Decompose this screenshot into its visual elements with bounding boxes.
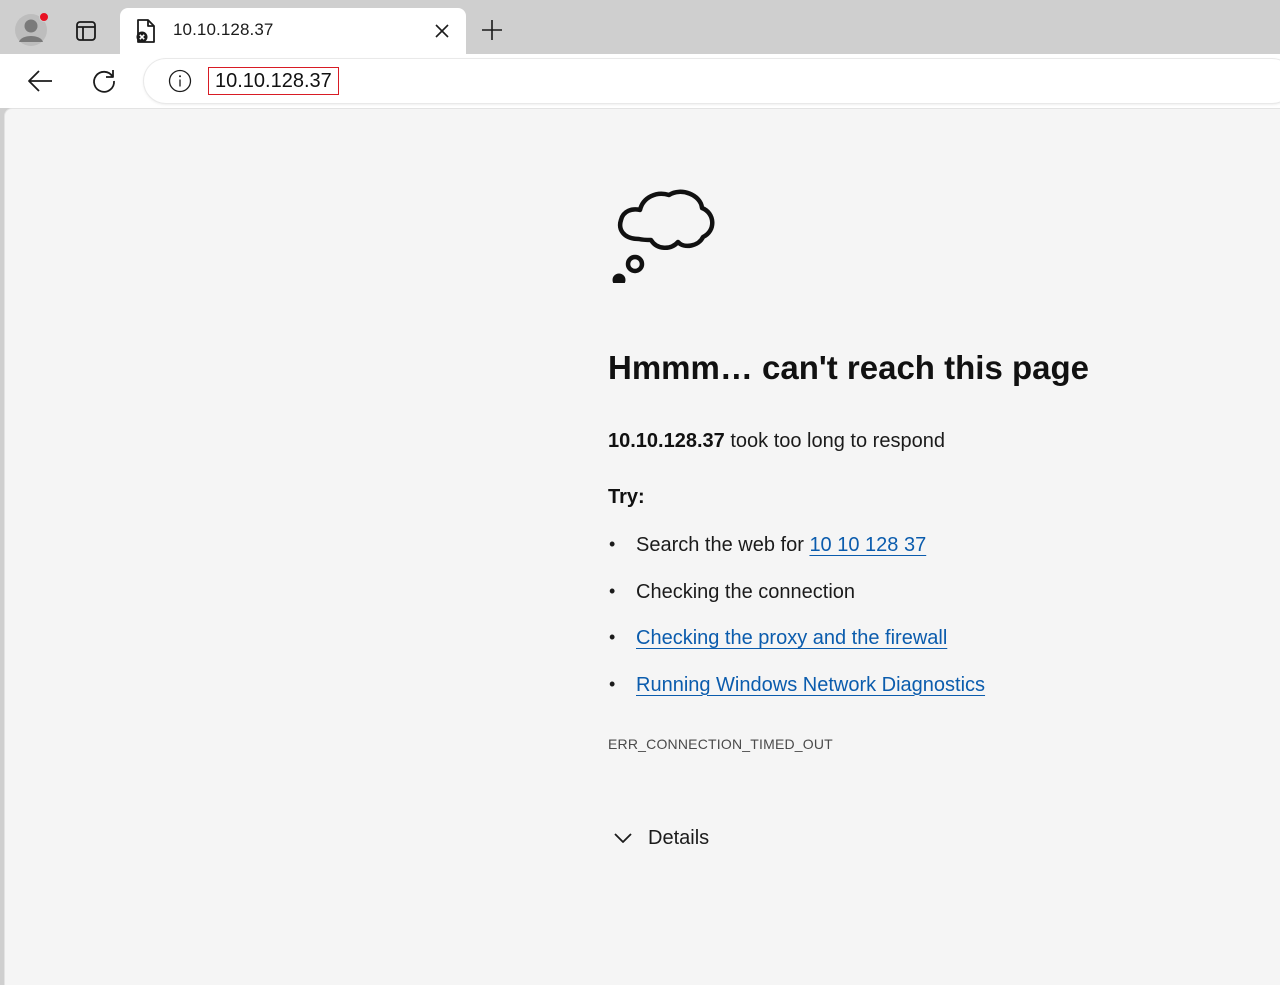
address-bar[interactable]: 10.10.128.37 bbox=[144, 59, 1280, 103]
suggestion-diagnostics: • Running Windows Network Diagnostics bbox=[608, 674, 985, 721]
network-diagnostics-link[interactable]: Running Windows Network Diagnostics bbox=[636, 674, 985, 696]
toolbar: 10.10.128.37 bbox=[0, 54, 1280, 108]
info-icon[interactable] bbox=[168, 69, 192, 93]
chevron-down-icon bbox=[614, 833, 632, 843]
bullet: • bbox=[609, 627, 616, 647]
error-heading: Hmmm… can't reach this page bbox=[608, 349, 1089, 386]
bullet: • bbox=[609, 580, 616, 601]
profile-avatar-button[interactable] bbox=[14, 12, 49, 47]
suggestion-search: • Search the web for 10 10 128 37 bbox=[608, 534, 985, 581]
tab-strip: 10.10.128.37 bbox=[0, 0, 1280, 54]
tab-actions-button[interactable] bbox=[72, 17, 100, 45]
search-prefix-text: Search the web for bbox=[636, 534, 810, 556]
error-host: 10.10.128.37 bbox=[608, 430, 725, 452]
notification-dot bbox=[39, 12, 49, 22]
error-message-text: took too long to respond bbox=[724, 430, 945, 452]
details-label: Details bbox=[648, 826, 710, 849]
new-tab-button[interactable] bbox=[478, 16, 506, 44]
tab-title: 10.10.128.37 bbox=[173, 20, 274, 39]
suggestion-proxy: • Checking the proxy and the firewall bbox=[608, 627, 985, 674]
suggestion-list: • Search the web for 10 10 128 37 • Chec… bbox=[608, 534, 985, 720]
address-text[interactable]: 10.10.128.37 bbox=[208, 67, 339, 95]
error-code: ERR_CONNECTION_TIMED_OUT bbox=[608, 736, 833, 752]
bullet: • bbox=[609, 673, 616, 694]
document-error-icon bbox=[136, 19, 155, 43]
back-arrow-icon bbox=[28, 70, 52, 92]
bullet: • bbox=[609, 534, 616, 554]
try-label: Try: bbox=[608, 486, 645, 508]
refresh-button[interactable] bbox=[88, 66, 120, 96]
plus-icon bbox=[482, 20, 502, 40]
error-message: 10.10.128.37 took too long to respond bbox=[608, 430, 945, 453]
tab-actions-icon bbox=[76, 21, 96, 41]
tab-close-button[interactable] bbox=[432, 21, 452, 41]
close-icon bbox=[435, 24, 449, 38]
proxy-firewall-link[interactable]: Checking the proxy and the firewall bbox=[636, 627, 947, 649]
details-button[interactable]: Details bbox=[612, 824, 709, 852]
refresh-icon bbox=[93, 70, 115, 93]
checking-connection-text: Checking the connection bbox=[636, 580, 856, 603]
tab-active[interactable]: 10.10.128.37 bbox=[120, 8, 466, 54]
search-web-link[interactable]: 10 10 128 37 bbox=[809, 534, 926, 556]
back-button[interactable] bbox=[24, 66, 56, 96]
suggestion-connection: • Checking the connection bbox=[608, 581, 985, 628]
thought-cloud-icon bbox=[612, 189, 715, 283]
